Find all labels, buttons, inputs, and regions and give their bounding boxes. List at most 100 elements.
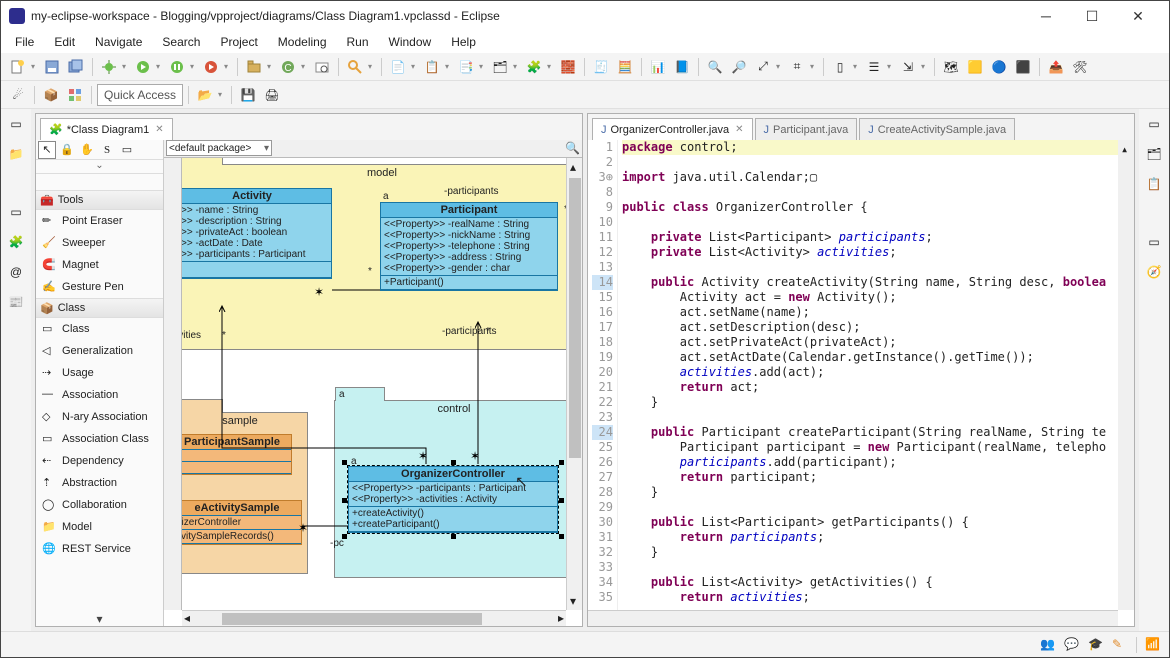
zoom-in-icon[interactable]: 🔍	[704, 56, 726, 78]
menu-run[interactable]: Run	[337, 32, 379, 52]
class-activity[interactable]: Activity y>> -name : Stringy>> -descript…	[182, 188, 332, 279]
scrollbar-vertical[interactable]: ▴	[1118, 140, 1134, 610]
view-icon[interactable]: 📰	[5, 291, 27, 313]
restore-view-icon[interactable]: ▭	[1143, 113, 1165, 135]
view-icon[interactable]: 📁	[5, 143, 27, 165]
minimize-button[interactable]: ─	[1023, 1, 1069, 31]
collapse-icon[interactable]: ⌄	[36, 160, 163, 174]
menu-window[interactable]: Window	[379, 32, 442, 52]
open-type-icon[interactable]	[311, 56, 333, 78]
class-organizer-controller[interactable]: a OrganizerController <<Property>> -part…	[348, 466, 558, 533]
align-icon[interactable]: ▯	[829, 56, 851, 78]
package-combo[interactable]: <default package>	[166, 140, 272, 156]
new-icon[interactable]	[7, 56, 29, 78]
menu-modeling[interactable]: Modeling	[268, 32, 337, 52]
menu-navigate[interactable]: Navigate	[85, 32, 152, 52]
toolbar-icon[interactable]: 🧮	[614, 56, 636, 78]
perspective-icon[interactable]: ☄	[7, 84, 29, 106]
save-all-icon[interactable]	[65, 56, 87, 78]
line-tool-icon[interactable]: ▭	[118, 141, 136, 159]
toolbar-icon[interactable]: 🧾	[590, 56, 612, 78]
pan-tool-icon[interactable]: ✋	[78, 141, 96, 159]
scrollbar-vertical[interactable]: ▴▾	[566, 158, 582, 610]
palette-class-item[interactable]: ◇N-ary Association	[36, 406, 163, 428]
distribute-icon[interactable]: ☰	[863, 56, 885, 78]
new-class-icon[interactable]: C	[277, 56, 299, 78]
menu-project[interactable]: Project	[210, 32, 267, 52]
toolbar-icon[interactable]: 📘	[671, 56, 693, 78]
quick-access[interactable]: Quick Access	[97, 84, 183, 106]
more-icon[interactable]: ▾	[36, 612, 163, 626]
close-tab-icon[interactable]: ✕	[155, 124, 163, 135]
toolbar-icon[interactable]: 🧩	[523, 56, 545, 78]
new-package-icon[interactable]	[243, 56, 265, 78]
maximize-button[interactable]: ☐	[1069, 1, 1115, 31]
palette-tool[interactable]: 🧹Sweeper	[36, 232, 163, 254]
palette-class-item[interactable]: 🌐REST Service	[36, 538, 163, 560]
toolbar-icon[interactable]: 🗂	[489, 56, 511, 78]
palette-class-item[interactable]: 📁Model	[36, 516, 163, 538]
menu-help[interactable]: Help	[441, 32, 486, 52]
view-icon[interactable]: 📋	[1143, 173, 1165, 195]
restore-view-icon[interactable]: ▭	[1143, 231, 1165, 253]
palette-class-item[interactable]: ◯Collaboration	[36, 494, 163, 516]
ext-tools-icon[interactable]	[200, 56, 222, 78]
status-icon[interactable]: 🎓	[1088, 637, 1104, 653]
status-icon[interactable]: ✎	[1112, 637, 1128, 653]
tab-java[interactable]: JParticipant.java	[755, 118, 858, 140]
toolbar-icon[interactable]: 🧱	[557, 56, 579, 78]
toolbar-icon[interactable]: 📤	[1045, 56, 1067, 78]
view-icon[interactable]: 🗂	[1143, 143, 1165, 165]
lock-tool-icon[interactable]: 🔒	[58, 141, 76, 159]
class-create-activity-sample[interactable]: eActivitySample nizerController tivitySa…	[182, 500, 302, 545]
palette-class-item[interactable]: —Association	[36, 384, 163, 406]
view-icon[interactable]: 🧭	[1143, 261, 1165, 283]
palette-class-item[interactable]: ◁Generalization	[36, 340, 163, 362]
palette-tool[interactable]: 🧲Magnet	[36, 254, 163, 276]
status-icon[interactable]: 💬	[1064, 637, 1080, 653]
debug-icon[interactable]	[98, 56, 120, 78]
status-icon[interactable]: 👥	[1040, 637, 1056, 653]
class-participant[interactable]: a Participant <<Property>> -realName : S…	[380, 202, 558, 291]
perspective-icon[interactable]	[64, 84, 86, 106]
view-icon[interactable]: 🧩	[5, 231, 27, 253]
search-icon[interactable]: 🔍	[565, 141, 580, 155]
close-button[interactable]: ✕	[1115, 1, 1161, 31]
tab-class-diagram[interactable]: 🧩 *Class Diagram1 ✕	[40, 118, 173, 140]
menu-file[interactable]: File	[5, 32, 44, 52]
coverage-icon[interactable]	[166, 56, 188, 78]
tab-java[interactable]: JCreateActivitySample.java	[859, 118, 1015, 140]
palette-class-item[interactable]: ⇢Usage	[36, 362, 163, 384]
scrollbar-horizontal[interactable]: ◂▸	[182, 610, 566, 626]
toolbar-icon[interactable]: 📄	[387, 56, 409, 78]
menu-search[interactable]: Search	[152, 32, 210, 52]
perspective-icon[interactable]: 📦	[40, 84, 62, 106]
save-icon[interactable]: 💾	[237, 84, 259, 106]
open-perspective-icon[interactable]: 📂	[194, 84, 216, 106]
scrollbar-horizontal[interactable]	[588, 610, 1118, 626]
palette-tools-header[interactable]: 🧰Tools	[36, 190, 163, 210]
menu-edit[interactable]: Edit	[44, 32, 85, 52]
search-icon[interactable]	[344, 56, 366, 78]
toolbar-icon[interactable]: 🗺	[940, 56, 962, 78]
palette-class-item[interactable]: ▭Association Class	[36, 428, 163, 450]
toolbar-icon[interactable]: 📋	[421, 56, 443, 78]
restore-view-icon[interactable]: ▭	[5, 201, 27, 223]
code-area[interactable]: package control; import java.util.Calend…	[618, 140, 1134, 626]
palette-class-item[interactable]: ⇠Dependency	[36, 450, 163, 472]
rss-icon[interactable]: 📶	[1145, 637, 1161, 653]
palette-tool[interactable]: ✏Point Eraser	[36, 210, 163, 232]
toolbar-icon[interactable]: ⬛	[1012, 56, 1034, 78]
palette-class-item[interactable]: ⇡Abstraction	[36, 472, 163, 494]
zoom-fit-icon[interactable]: ⤢	[752, 56, 774, 78]
toolbar-icon[interactable]: 📑	[455, 56, 477, 78]
close-tab-icon[interactable]: ✕	[735, 124, 743, 135]
restore-view-icon[interactable]: ▭	[5, 113, 27, 135]
toolbar-icon[interactable]: 🔵	[988, 56, 1010, 78]
s-tool-icon[interactable]: S	[98, 141, 116, 159]
cursor-tool-icon[interactable]: ↖	[38, 141, 56, 159]
view-icon[interactable]: @	[5, 261, 27, 283]
toolbar-icon[interactable]: 📊	[647, 56, 669, 78]
run-icon[interactable]	[132, 56, 154, 78]
zoom-out-icon[interactable]: 🔎	[728, 56, 750, 78]
